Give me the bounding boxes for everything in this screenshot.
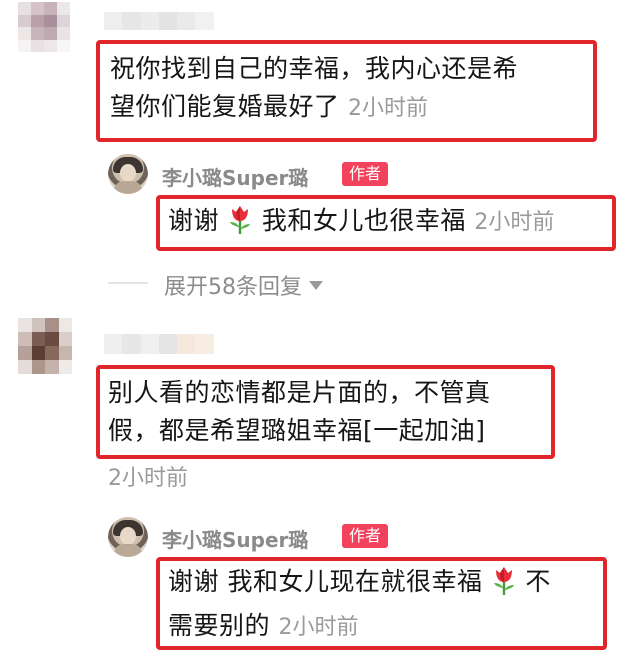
author-avatar[interactable] xyxy=(108,154,148,194)
comment-line: 别人看的恋情都是片面的，不管真 xyxy=(108,378,491,407)
comment-body: 祝你找到自己的幸福，我内心还是希 望你们能复婚最好了 2小时前 xyxy=(110,50,590,128)
reply-timestamp: 2小时前 xyxy=(474,210,555,235)
tulip-icon xyxy=(491,564,517,607)
caret-down-icon xyxy=(309,272,323,297)
author-badge: 作者 xyxy=(342,162,389,186)
comment-body: 别人看的恋情都是片面的，不管真 假，都是希望璐姐幸福[一起加油] xyxy=(108,374,548,450)
reply-body: 谢谢 我和女儿也很幸福 2小时前 xyxy=(168,202,554,246)
author-badge: 作者 xyxy=(342,524,389,548)
tulip-icon xyxy=(227,203,253,246)
author-avatar[interactable] xyxy=(108,517,148,557)
reply-line: 需要别的 2小时前 xyxy=(168,611,359,640)
comment-timestamp: 2小时前 xyxy=(347,96,428,121)
author-username[interactable]: 李小璐Super璐 xyxy=(162,524,308,553)
expand-replies-label: 展开58条回复 xyxy=(164,275,302,300)
expand-replies-button[interactable]: 展开58条回复 xyxy=(164,269,323,301)
username-blurred[interactable] xyxy=(104,334,214,354)
reply-line: 谢谢 我和女儿现在就很幸福 不 xyxy=(168,563,600,607)
divider xyxy=(108,282,148,284)
avatar-blurred[interactable] xyxy=(18,2,70,52)
avatar-blurred[interactable] xyxy=(18,318,72,374)
username-blurred[interactable] xyxy=(104,12,214,30)
comment-timestamp: 2小时前 xyxy=(108,466,188,491)
reply-body: 谢谢 我和女儿现在就很幸福 不 需要别的 2小时前 xyxy=(168,563,600,647)
author-username[interactable]: 李小璐Super璐 xyxy=(162,162,308,191)
reply-timestamp: 2小时前 xyxy=(278,615,359,640)
comment-line: 假，都是希望璐姐幸福[一起加油] xyxy=(108,416,486,445)
comment-line: 祝你找到自己的幸福，我内心还是希 xyxy=(110,54,519,83)
comment-line: 望你们能复婚最好了 2小时前 xyxy=(110,92,428,121)
